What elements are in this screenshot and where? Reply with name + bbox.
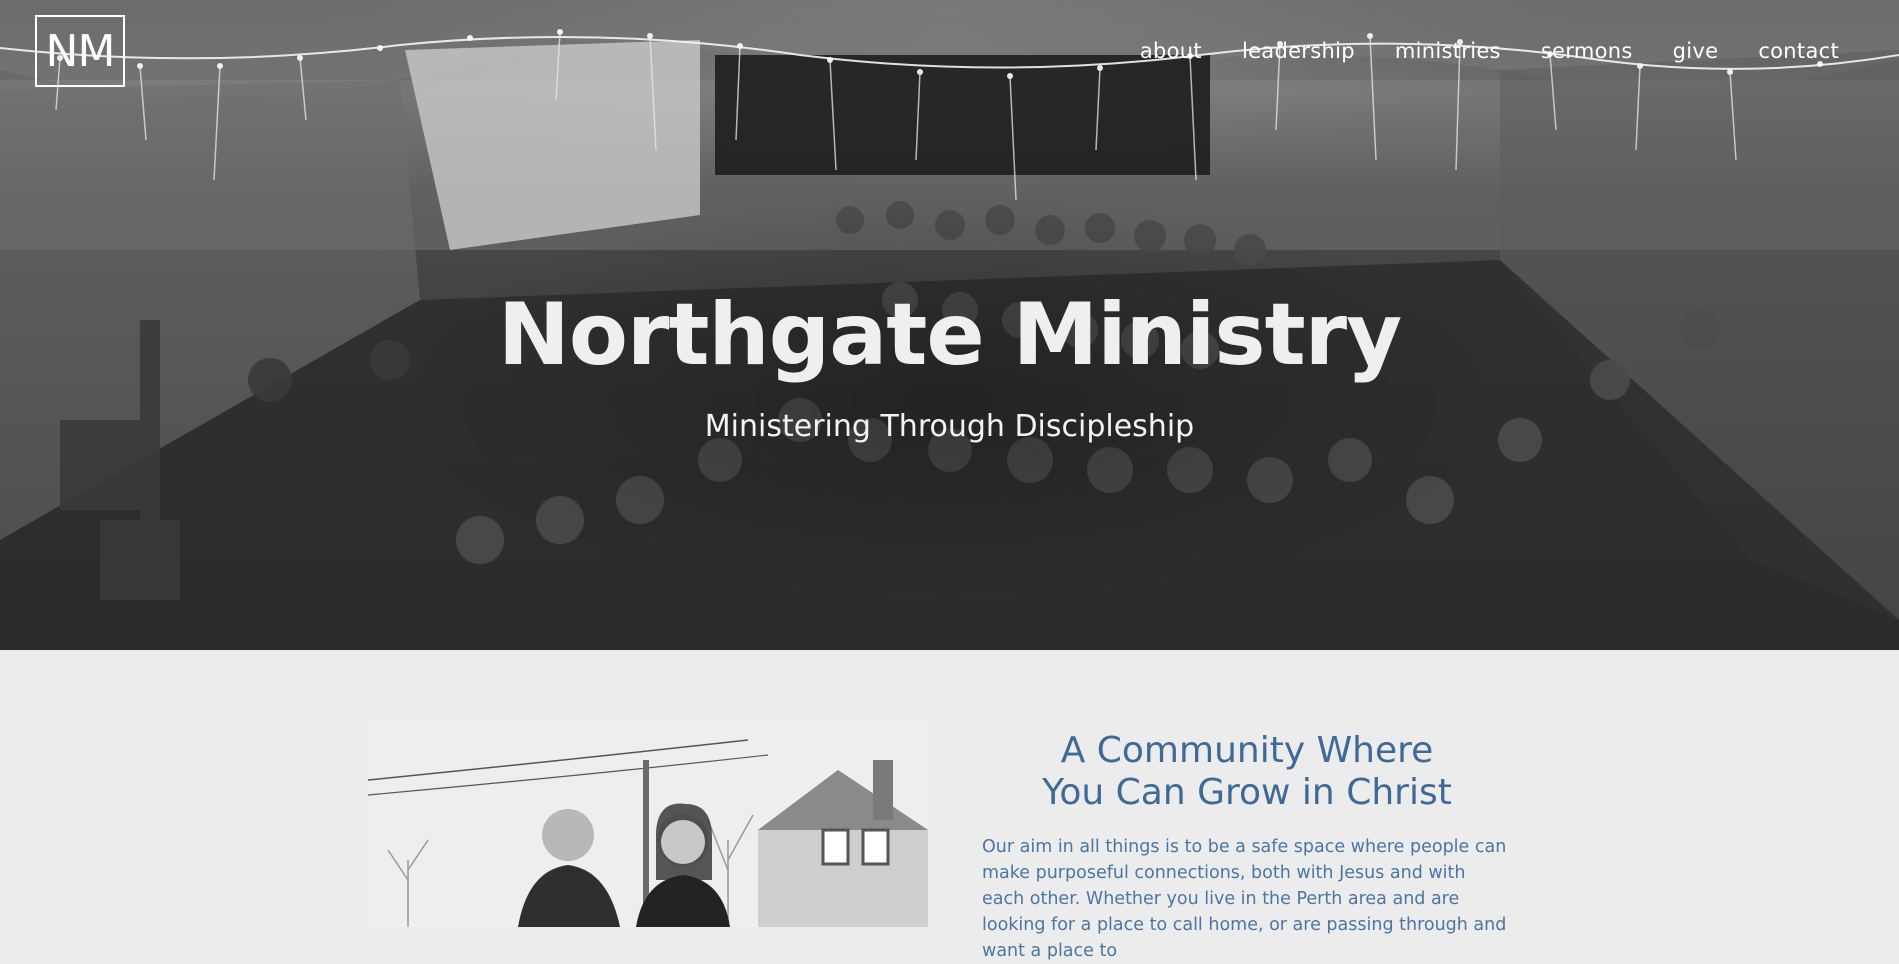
main-nav: about leadership ministries sermons give… [1140,36,1839,66]
hero-subtitle: Ministering Through Discipleship [704,409,1195,444]
site-logo[interactable]: NM [35,15,125,87]
hero-section: NM about leadership ministries sermons g… [0,0,1899,650]
hero-title: Northgate Ministry [497,285,1402,385]
nav-contact[interactable]: contact [1758,36,1839,66]
community-heading-line2: You Can Grow in Christ [1042,772,1452,813]
community-heading: A Community Where You Can Grow in Christ [982,730,1512,814]
community-text-block: A Community Where You Can Grow in Christ… [982,730,1512,964]
nav-sermons[interactable]: sermons [1541,36,1633,66]
nav-about[interactable]: about [1140,36,1202,66]
nav-leadership[interactable]: leadership [1242,36,1355,66]
couple-photo-image [368,720,928,927]
community-heading-line1: A Community Where [1060,730,1434,771]
nav-ministries[interactable]: ministries [1395,36,1501,66]
nav-give[interactable]: give [1673,36,1719,66]
couple-photo [368,720,928,927]
community-section: A Community Where You Can Grow in Christ… [0,650,1899,961]
community-body: Our aim in all things is to be a safe sp… [982,837,1507,961]
